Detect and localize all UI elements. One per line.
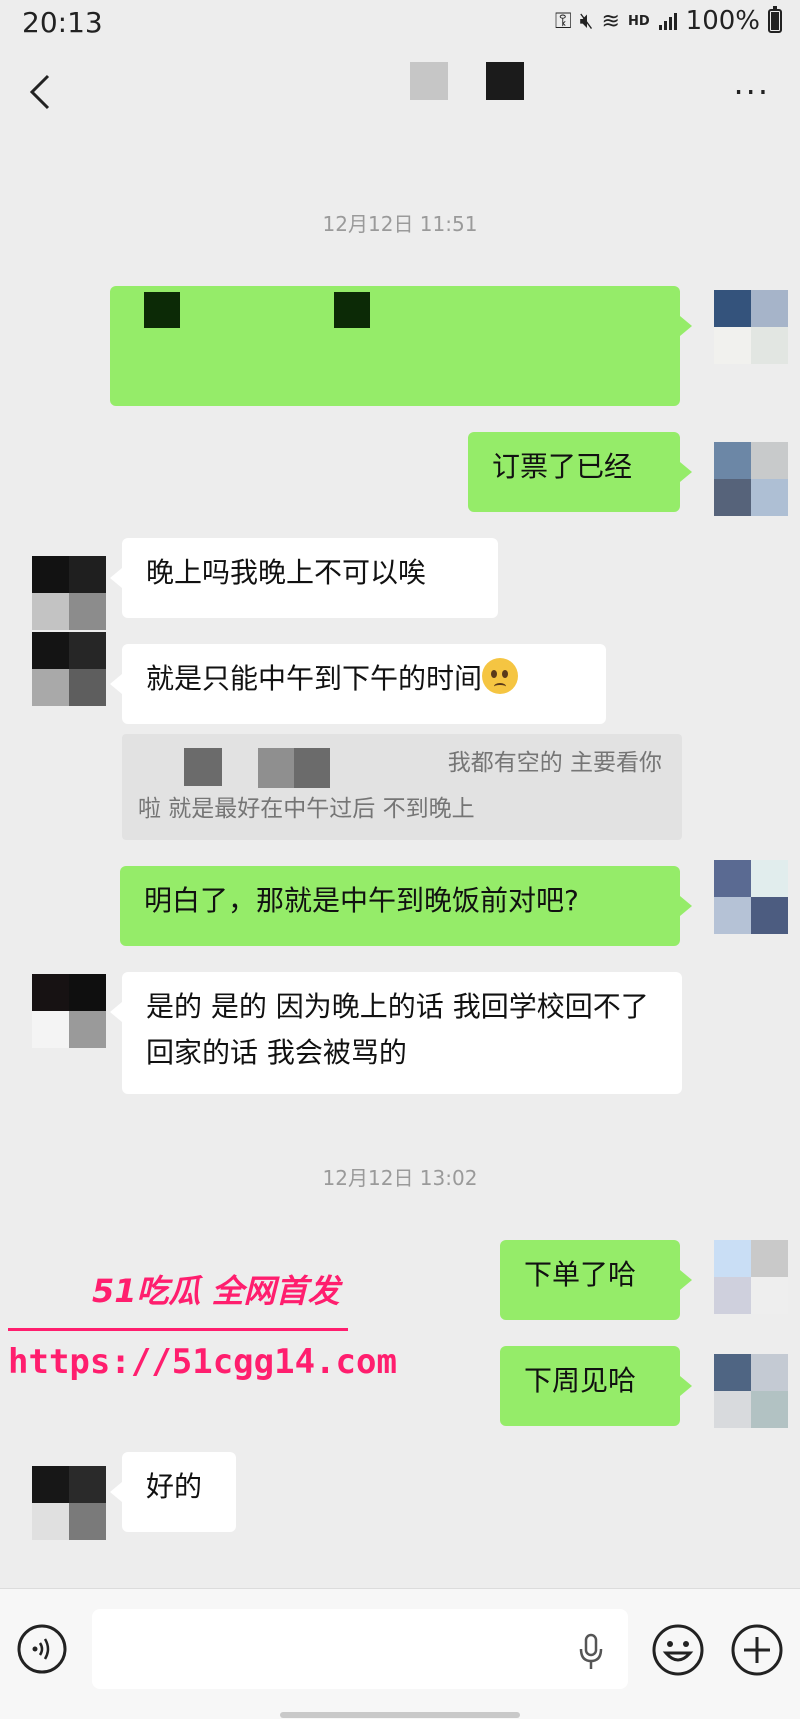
message-bubble-sent-redacted[interactable] [110, 286, 692, 406]
message-bubble-sent[interactable]: 下周见哈 [500, 1346, 692, 1426]
message-bubble-received[interactable]: 是的 是的 因为晚上的话 我回学校回不了 回家的话 我会被骂的 [110, 972, 682, 1094]
message-timestamp: 12月12日 13:02 [322, 1166, 478, 1190]
message-text: 下周见哈 [524, 1364, 637, 1397]
redaction-block [184, 748, 222, 786]
microphone-icon[interactable] [578, 1633, 604, 1671]
message-text: 晚上吗我晚上不可以唉 [146, 556, 427, 589]
message-text: 下单了哈 [524, 1258, 637, 1291]
message-bubble-received[interactable]: 就是只能中午到下午的时间 [110, 644, 606, 724]
message-timestamp: 12月12日 11:51 [322, 212, 478, 236]
quoted-message[interactable]: 我都有空的 主要看你 啦 就是最好在中午过后 不到晚上 [122, 734, 682, 840]
mute-icon: 🔇︎ [579, 8, 594, 34]
message-text: 就是只能中午到下午的时间 [146, 662, 483, 695]
message-input[interactable] [92, 1609, 628, 1689]
redaction-block [334, 292, 370, 328]
watermark-title: 51吃瓜 全网首发 [92, 1272, 340, 1310]
avatar[interactable] [714, 860, 788, 934]
chat-title-redacted [486, 62, 524, 100]
redaction-block [144, 292, 180, 328]
chat-header: ··· [0, 50, 800, 140]
pleading-face-emoji [482, 658, 519, 694]
more-icon[interactable]: ··· [733, 76, 770, 108]
message-bubble-sent[interactable]: 订票了已经 [468, 432, 692, 512]
avatar[interactable] [32, 974, 106, 1048]
avatar[interactable] [714, 290, 788, 364]
status-icons: ⚿ 🔇︎ ≋ HD 100% [555, 6, 782, 36]
voice-icon[interactable] [16, 1623, 68, 1675]
status-bar: 20:13 ⚿ 🔇︎ ≋ HD 100% [0, 0, 800, 48]
avatar[interactable] [714, 442, 788, 516]
home-indicator[interactable] [280, 1712, 520, 1718]
message-bubble-received[interactable]: 晚上吗我晚上不可以唉 [110, 538, 498, 618]
message-text: 是的 是的 因为晚上的话 我回学校回不了 回家的话 我会被骂的 [146, 990, 649, 1069]
avatar[interactable] [32, 556, 106, 630]
message-text: 订票了已经 [492, 450, 633, 483]
battery-icon [768, 6, 782, 33]
wifi-icon: ≋ [601, 8, 620, 34]
redaction-block [294, 748, 330, 788]
input-bar [0, 1588, 800, 1719]
message-text: 明白了，那就是中午到晚饭前对吧? [144, 884, 579, 917]
quote-text: 我都有空的 主要看你 [447, 750, 662, 776]
avatar[interactable] [714, 1240, 788, 1314]
watermark-divider [8, 1328, 348, 1331]
status-time: 20:13 [22, 6, 103, 39]
quote-text: 啦 就是最好在中午过后 不到晚上 [138, 796, 475, 822]
signal-icon [658, 13, 677, 30]
avatar[interactable] [32, 632, 106, 706]
avatar[interactable] [32, 1466, 106, 1540]
message-bubble-sent[interactable]: 下单了哈 [500, 1240, 692, 1320]
avatar[interactable] [714, 1354, 788, 1428]
battery-percent: 100% [685, 6, 760, 36]
chevron-left-icon[interactable] [26, 72, 56, 112]
watermark-url: https://51cgg14.com [8, 1342, 397, 1382]
smiley-icon[interactable] [651, 1623, 705, 1677]
message-bubble-sent[interactable]: 明白了，那就是中午到晚饭前对吧? [120, 866, 692, 946]
plus-icon[interactable] [730, 1623, 784, 1677]
chat-title-redacted [410, 62, 448, 100]
hd-label: HD [627, 13, 650, 29]
key-icon: ⚿ [554, 8, 572, 34]
message-bubble-received[interactable]: 好的 [110, 1452, 236, 1532]
message-text: 好的 [146, 1470, 203, 1503]
redaction-block [258, 748, 294, 788]
